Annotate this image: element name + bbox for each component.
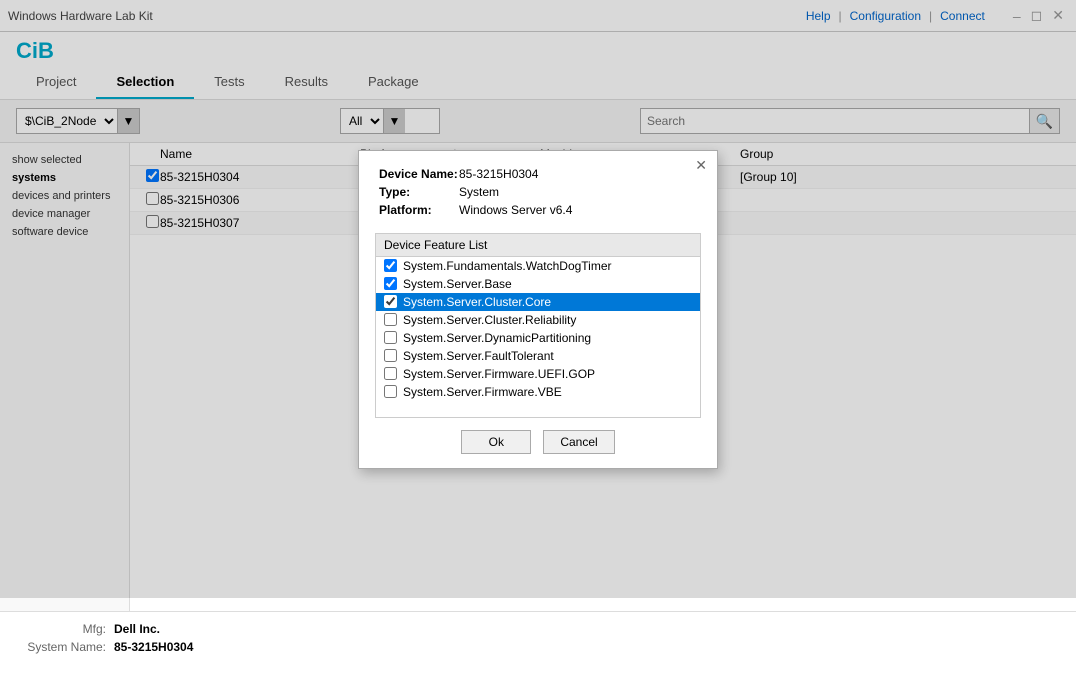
feature-label-3: System.Server.Cluster.Reliability: [403, 313, 576, 327]
feature-item-7[interactable]: System.Server.Firmware.VBE: [376, 383, 700, 401]
platform-label: Platform:: [379, 203, 459, 217]
feature-checkbox-3[interactable]: [384, 313, 397, 326]
feature-label-5: System.Server.FaultTolerant: [403, 349, 554, 363]
feature-item-3[interactable]: System.Server.Cluster.Reliability: [376, 311, 700, 329]
modal-overlay: ✕ Device Name: 85-3215H0304 Type: System…: [0, 0, 1076, 598]
feature-checkbox-5[interactable]: [384, 349, 397, 362]
feature-list-body[interactable]: System.Fundamentals.WatchDogTimer System…: [376, 257, 700, 417]
modal-buttons: Ok Cancel: [359, 430, 717, 468]
modal: ✕ Device Name: 85-3215H0304 Type: System…: [358, 150, 718, 469]
device-name-value: 85-3215H0304: [459, 167, 538, 181]
feature-label-4: System.Server.DynamicPartitioning: [403, 331, 591, 345]
system-name-value: 85-3215H0304: [114, 640, 193, 654]
bottom-info: Mfg: Dell Inc. System Name: 85-3215H0304: [0, 611, 1076, 681]
type-value: System: [459, 185, 499, 199]
feature-checkbox-1[interactable]: [384, 277, 397, 290]
modal-feature-list: Device Feature List System.Fundamentals.…: [375, 233, 701, 418]
feature-label-0: System.Fundamentals.WatchDogTimer: [403, 259, 612, 273]
feature-checkbox-6[interactable]: [384, 367, 397, 380]
system-name-row: System Name: 85-3215H0304: [16, 640, 1060, 654]
system-name-label: System Name:: [16, 640, 106, 654]
feature-checkbox-2[interactable]: [384, 295, 397, 308]
feature-item-6[interactable]: System.Server.Firmware.UEFI.GOP: [376, 365, 700, 383]
feature-label-7: System.Server.Firmware.VBE: [403, 385, 562, 399]
feature-item-4[interactable]: System.Server.DynamicPartitioning: [376, 329, 700, 347]
feature-item-1[interactable]: System.Server.Base: [376, 275, 700, 293]
feature-checkbox-4[interactable]: [384, 331, 397, 344]
feature-item-2[interactable]: System.Server.Cluster.Core: [376, 293, 700, 311]
mfg-label: Mfg:: [16, 622, 106, 636]
modal-device-info: Device Name: 85-3215H0304 Type: System P…: [359, 151, 717, 233]
device-name-label: Device Name:: [379, 167, 459, 181]
feature-list-header: Device Feature List: [376, 234, 700, 257]
feature-item-5[interactable]: System.Server.FaultTolerant: [376, 347, 700, 365]
feature-checkbox-0[interactable]: [384, 259, 397, 272]
platform-value: Windows Server v6.4: [459, 203, 572, 217]
feature-label-1: System.Server.Base: [403, 277, 512, 291]
feature-item-0[interactable]: System.Fundamentals.WatchDogTimer: [376, 257, 700, 275]
type-label: Type:: [379, 185, 459, 199]
mfg-value: Dell Inc.: [114, 622, 160, 636]
mfg-row: Mfg: Dell Inc.: [16, 622, 1060, 636]
cancel-button[interactable]: Cancel: [543, 430, 614, 454]
modal-close-button[interactable]: ✕: [695, 157, 707, 174]
feature-label-2: System.Server.Cluster.Core: [403, 295, 551, 309]
feature-label-6: System.Server.Firmware.UEFI.GOP: [403, 367, 595, 381]
feature-checkbox-7[interactable]: [384, 385, 397, 398]
ok-button[interactable]: Ok: [461, 430, 531, 454]
